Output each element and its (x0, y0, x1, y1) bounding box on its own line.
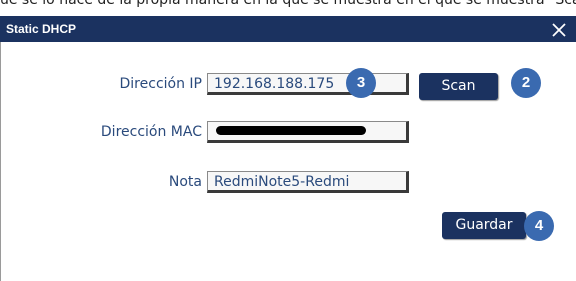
note-label: Nota (168, 174, 202, 190)
close-icon (552, 19, 566, 38)
dialog-title: Static DHCP (6, 22, 77, 36)
save-button[interactable]: Guardar (442, 212, 526, 239)
ip-label: Dirección IP (119, 76, 202, 92)
mac-label: Dirección MAC (100, 124, 202, 140)
step-badge-2: 2 (511, 68, 541, 98)
background-document-strip: ue se lo hace de la propia manera en la … (0, 0, 576, 16)
ip-address-field[interactable]: 192.168.188.175 (207, 73, 409, 95)
mac-address-field[interactable] (207, 121, 409, 143)
close-button[interactable] (544, 16, 574, 42)
note-field[interactable]: RedmiNote5-Redmi (207, 171, 409, 193)
dialog-border (0, 16, 1, 281)
static-dhcp-dialog: Static DHCP Dirección IP 192.168.188.175… (0, 16, 576, 281)
page: ue se lo hace de la propia manera en la … (0, 0, 576, 281)
dialog-titlebar: Static DHCP (0, 16, 576, 42)
note-value: RedmiNote5-Redmi (214, 174, 350, 190)
ip-address-value: 192.168.188.175 (214, 76, 335, 92)
background-text: ue se lo hace de la propia manera en la … (0, 0, 576, 8)
step-badge-4: 4 (524, 211, 554, 241)
scan-button[interactable]: Scan (419, 73, 498, 100)
redacted-mark (216, 126, 366, 135)
step-badge-3: 3 (346, 68, 376, 98)
